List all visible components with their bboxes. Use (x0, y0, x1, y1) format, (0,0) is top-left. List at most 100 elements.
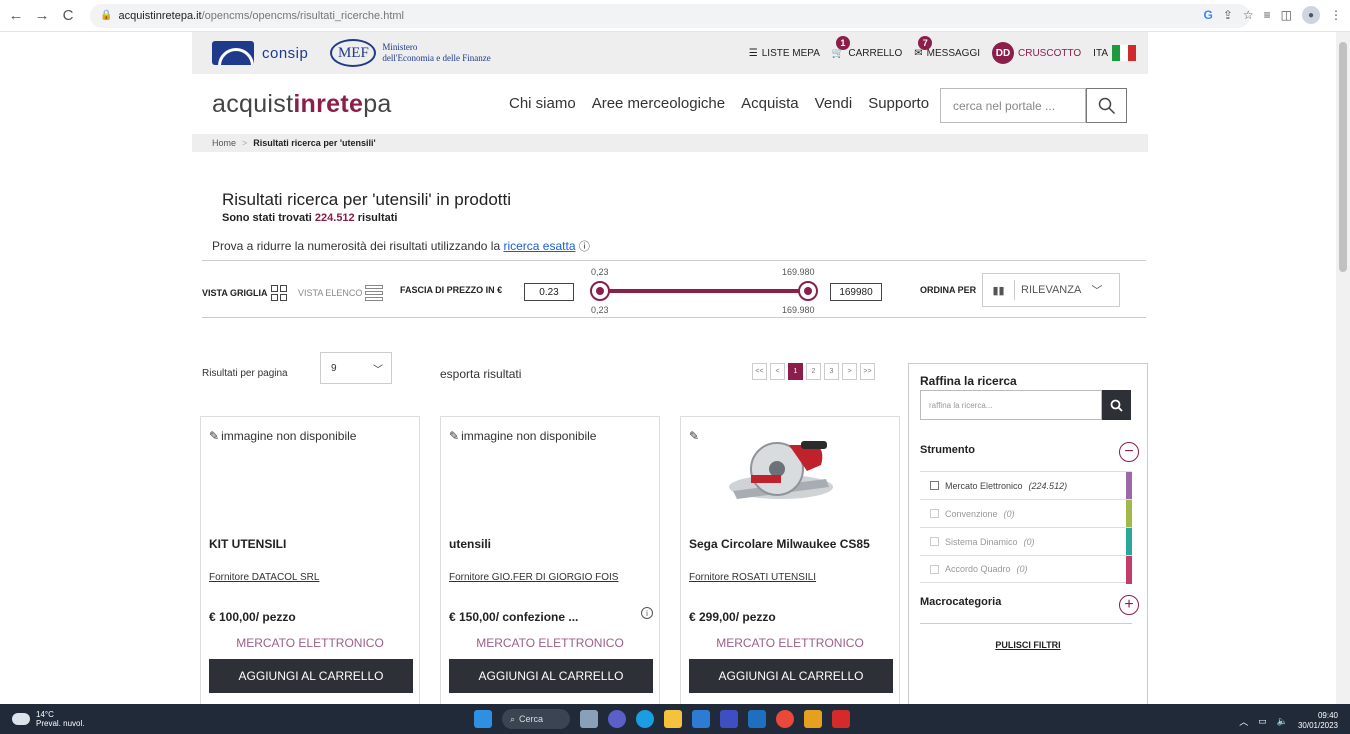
clock[interactable]: 09:40 30/01/2023 (1298, 711, 1338, 731)
clear-filters-link[interactable]: PULISCI FILTRI (909, 640, 1147, 650)
page-next[interactable]: > (842, 363, 857, 380)
app-icon[interactable] (720, 710, 738, 728)
nav-aree-merceologiche[interactable]: Aree merceologiche (592, 95, 725, 112)
per-page-select[interactable]: 9 ﹀ (320, 352, 392, 384)
share-icon[interactable]: ⇪ (1223, 8, 1233, 22)
product-image[interactable]: ✎ immagine non disponibile (209, 429, 356, 443)
price-min-input[interactable]: 0.23 (524, 283, 574, 301)
price-slider-min-handle[interactable] (590, 281, 610, 301)
profile-icon[interactable]: ● (1302, 6, 1320, 24)
checkbox[interactable] (930, 564, 939, 574)
list-icon (365, 285, 384, 301)
task-view-icon[interactable] (580, 710, 598, 728)
page-last[interactable]: >> (860, 363, 875, 380)
language-switch[interactable]: ITA (1093, 45, 1136, 61)
price-slider-track[interactable] (600, 289, 810, 293)
back-icon[interactable]: ← (6, 6, 26, 26)
add-to-cart-button[interactable]: AGGIUNGI AL CARRELLO (689, 659, 893, 693)
product-title[interactable]: utensili (449, 537, 491, 551)
refine-search-input[interactable]: raffina la ricerca... (920, 390, 1102, 420)
nav-supporto[interactable]: Supporto (868, 95, 929, 112)
consip-logo[interactable]: consip (212, 41, 308, 65)
sort-select[interactable]: ▮▮ RILEVANZA ﹀ (982, 273, 1120, 307)
chrome-icon[interactable] (776, 710, 794, 728)
expand-icon[interactable]: + (1119, 595, 1139, 615)
app-icon[interactable] (804, 710, 822, 728)
forward-icon[interactable]: → (32, 6, 52, 26)
info-icon[interactable]: ⓘ (579, 241, 590, 253)
page-2[interactable]: 2 (806, 363, 821, 380)
scrollbar-thumb[interactable] (1339, 42, 1347, 272)
outlook-icon[interactable] (748, 710, 766, 728)
product-card[interactable]: ✎ Sega Circolare Milwaukee CS85 Fornitor… (680, 416, 900, 706)
cruscotto-link[interactable]: DD CRUSCOTTO (992, 42, 1081, 64)
filter-sistema-dinamico[interactable]: Sistema Dinamico (0) (920, 527, 1132, 556)
nav-vendi[interactable]: Vendi (815, 95, 853, 112)
list-view-toggle[interactable]: VISTA ELENCO (298, 285, 384, 301)
add-to-cart-button[interactable]: AGGIUNGI AL CARRELLO (209, 659, 413, 693)
address-bar[interactable]: 🔒 acquistinretepa.it /opencms/opencms/ri… (90, 3, 1250, 28)
page-1[interactable]: 1 (788, 363, 803, 380)
page-scrollbar[interactable] (1336, 32, 1350, 704)
circular-saw-image[interactable] (721, 431, 841, 509)
refine-title: Raffina la ricerca (920, 374, 1017, 388)
mef-logo[interactable]: MEF Ministero dell'Economia e delle Fina… (330, 39, 491, 67)
page-3[interactable]: 3 (824, 363, 839, 380)
language-label: ITA (1093, 47, 1108, 59)
product-supplier-link[interactable]: Fornitore ROSATI UTENSILI (689, 572, 816, 583)
nav-chi-siamo[interactable]: Chi siamo (509, 95, 576, 112)
breadcrumb-home[interactable]: Home (212, 138, 236, 148)
filter-mercato-elettronico[interactable]: Mercato Elettronico (224.512) (920, 471, 1132, 500)
info-icon[interactable]: i (641, 607, 653, 619)
cart-link[interactable]: 🛒 1 CARRELLO (832, 35, 902, 59)
star-icon[interactable]: ☆ (1243, 8, 1254, 22)
product-card[interactable]: ✎ immagine non disponibile utensili Forni… (440, 416, 660, 706)
checkbox[interactable] (930, 537, 939, 546)
weather-widget[interactable]: 14°C Preval. nuvol. (12, 710, 84, 728)
count-suffix: risultati (354, 212, 398, 224)
network-icon[interactable]: ▭ (1258, 716, 1267, 727)
price-max-input[interactable]: 169980 (830, 283, 882, 301)
edge-icon[interactable] (636, 710, 654, 728)
page-first[interactable]: << (752, 363, 767, 380)
product-title[interactable]: Sega Circolare Milwaukee CS85 (689, 537, 870, 551)
edit-icon[interactable]: ✎ (689, 429, 699, 443)
nav-acquista[interactable]: Acquista (741, 95, 799, 112)
site-logo[interactable]: acquistinretepa (212, 90, 392, 119)
filter-convenzione[interactable]: Convenzione (0) (920, 499, 1132, 528)
liste-mepa-link[interactable]: ☰ LISTE MEPA (749, 48, 820, 59)
collapse-icon[interactable]: − (1119, 442, 1139, 462)
teams-icon[interactable] (608, 710, 626, 728)
exact-search-link[interactable]: ricerca esatta (503, 239, 575, 253)
store-icon[interactable] (692, 710, 710, 728)
acrobat-icon[interactable] (832, 710, 850, 728)
checkbox[interactable] (930, 481, 939, 490)
reload-icon[interactable]: C (58, 6, 78, 26)
messages-link[interactable]: ✉ 7 MESSAGGI (914, 35, 980, 59)
refine-search-button[interactable] (1102, 390, 1131, 420)
google-icon[interactable]: G (1203, 8, 1212, 22)
windows-start-icon[interactable] (474, 710, 492, 728)
menu-icon[interactable]: ⋮ (1330, 8, 1342, 22)
file-explorer-icon[interactable] (664, 710, 682, 728)
add-to-cart-button[interactable]: AGGIUNGI AL CARRELLO (449, 659, 653, 693)
product-card[interactable]: ✎ immagine non disponibile KIT UTENSILI F… (200, 416, 420, 706)
export-results-link[interactable]: esporta risultati (440, 367, 521, 381)
portal-search-button[interactable] (1086, 88, 1127, 123)
grid-view-toggle[interactable]: VISTA GRIGLIA (202, 285, 287, 301)
sidepanel-icon[interactable]: ◫ (1281, 8, 1292, 22)
filter-accordo-quadro[interactable]: Accordo Quadro (0) (920, 555, 1132, 584)
queue-icon[interactable]: ≡ (1264, 8, 1271, 22)
product-title[interactable]: KIT UTENSILI (209, 537, 286, 551)
user-avatar: DD (992, 42, 1015, 64)
product-supplier-link[interactable]: Fornitore GIO.FER DI GIORGIO FOIS (449, 572, 618, 583)
checkbox[interactable] (930, 509, 939, 518)
price-slider-max-handle[interactable] (798, 281, 818, 301)
page-prev[interactable]: < (770, 363, 785, 380)
volume-icon[interactable]: 🔈 (1277, 716, 1288, 727)
portal-search-input[interactable]: cerca nel portale ... (940, 88, 1086, 123)
chevron-up-icon[interactable]: ︿ (1239, 715, 1248, 728)
taskbar-search[interactable]: ⌕ Cerca (502, 709, 570, 729)
product-supplier-link[interactable]: Fornitore DATACOL SRL (209, 572, 319, 583)
product-image[interactable]: ✎ immagine non disponibile (449, 429, 596, 443)
